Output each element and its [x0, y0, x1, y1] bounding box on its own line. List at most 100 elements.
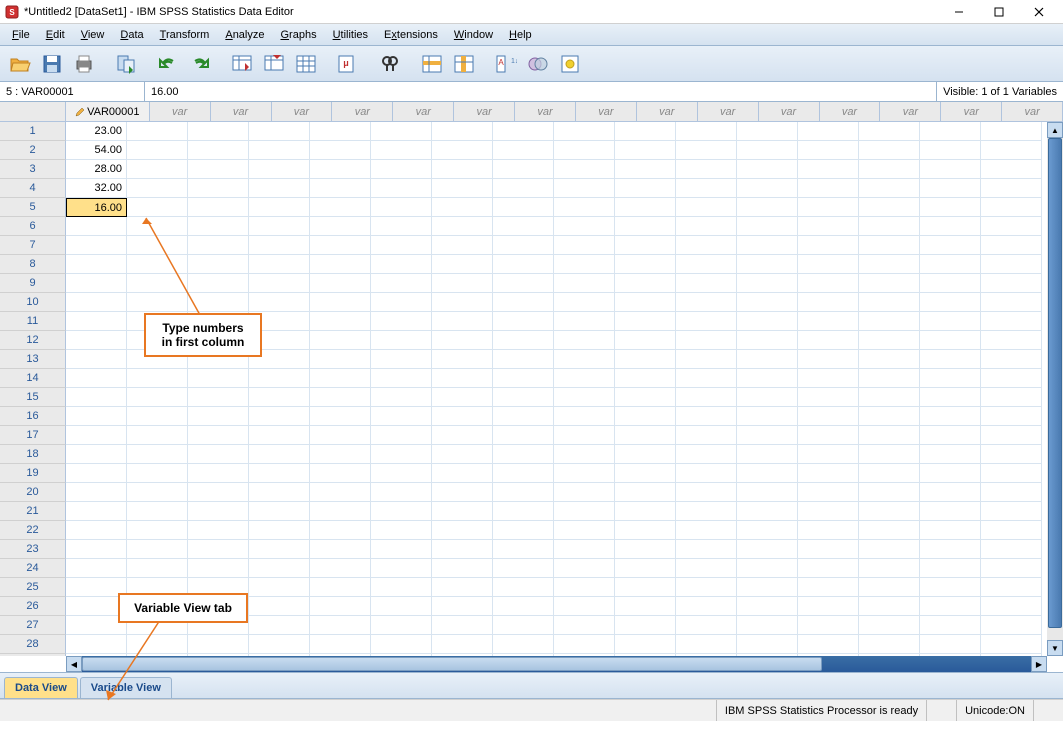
grid-cell[interactable] — [798, 635, 859, 654]
grid-cell[interactable] — [127, 388, 188, 407]
menu-data[interactable]: Data — [112, 27, 151, 43]
grid-cell[interactable] — [127, 160, 188, 179]
grid-cell[interactable] — [920, 236, 981, 255]
grid-cell[interactable] — [188, 407, 249, 426]
grid-cell[interactable] — [493, 160, 554, 179]
grid-cell[interactable] — [432, 141, 493, 160]
grid-cell[interactable] — [66, 312, 127, 331]
column-header-placeholder[interactable]: var — [637, 102, 698, 121]
grid-cell[interactable] — [432, 559, 493, 578]
grid-cell[interactable] — [188, 236, 249, 255]
grid-cell[interactable] — [676, 160, 737, 179]
grid-cell[interactable] — [371, 559, 432, 578]
grid-cell[interactable] — [981, 293, 1042, 312]
grid-cell[interactable] — [127, 502, 188, 521]
grid-cell[interactable] — [737, 350, 798, 369]
grid-cell[interactable] — [127, 274, 188, 293]
row-header[interactable]: 6 — [0, 217, 66, 236]
grid-cell[interactable] — [310, 255, 371, 274]
grid-cell[interactable] — [493, 331, 554, 350]
grid-cell[interactable] — [66, 407, 127, 426]
save-button[interactable] — [38, 50, 66, 78]
grid-cell[interactable] — [676, 293, 737, 312]
grid-cell[interactable] — [798, 217, 859, 236]
grid-cell[interactable] — [127, 464, 188, 483]
grid-cell[interactable] — [737, 236, 798, 255]
grid-cell[interactable] — [615, 597, 676, 616]
grid-cell[interactable] — [310, 236, 371, 255]
grid-cell[interactable] — [676, 407, 737, 426]
grid-cell[interactable] — [371, 483, 432, 502]
grid-cell[interactable] — [493, 122, 554, 141]
grid-cell[interactable] — [493, 559, 554, 578]
grid-cell[interactable] — [371, 616, 432, 635]
grid-cell[interactable] — [432, 369, 493, 388]
grid-cell[interactable] — [127, 559, 188, 578]
grid-cell[interactable] — [493, 350, 554, 369]
grid-cell[interactable] — [249, 407, 310, 426]
menu-extensions[interactable]: Extensions — [376, 27, 446, 43]
grid-cell[interactable] — [310, 179, 371, 198]
grid-cell[interactable] — [676, 616, 737, 635]
grid-cell[interactable] — [371, 521, 432, 540]
grid-cell[interactable] — [859, 540, 920, 559]
grid-cell[interactable] — [310, 331, 371, 350]
grid-cell[interactable] — [920, 521, 981, 540]
column-header-placeholder[interactable]: var — [698, 102, 759, 121]
grid-cell[interactable] — [371, 540, 432, 559]
grid-cell[interactable] — [615, 426, 676, 445]
cell-value-input[interactable]: 16.00 — [145, 82, 936, 101]
grid-cell[interactable] — [920, 616, 981, 635]
grid-cell[interactable] — [798, 445, 859, 464]
grid-cell[interactable] — [798, 559, 859, 578]
row-header[interactable]: 17 — [0, 426, 66, 445]
column-header-placeholder[interactable]: var — [211, 102, 272, 121]
grid-cell[interactable] — [188, 502, 249, 521]
grid-cell[interactable] — [310, 483, 371, 502]
grid-cell[interactable] — [676, 122, 737, 141]
grid-cell[interactable] — [249, 236, 310, 255]
grid-cell[interactable] — [371, 160, 432, 179]
grid-cell[interactable] — [371, 312, 432, 331]
grid-cell[interactable] — [188, 559, 249, 578]
grid-cell[interactable] — [432, 160, 493, 179]
grid-cell[interactable] — [920, 635, 981, 654]
variables-button[interactable] — [292, 50, 320, 78]
grid-cell[interactable] — [554, 597, 615, 616]
grid-cell[interactable] — [493, 464, 554, 483]
grid-cell[interactable] — [554, 445, 615, 464]
grid-cell[interactable] — [310, 597, 371, 616]
grid-cell[interactable] — [310, 217, 371, 236]
grid-cell[interactable] — [188, 426, 249, 445]
grid-cell[interactable] — [493, 141, 554, 160]
grid-cell[interactable] — [249, 255, 310, 274]
grid-cell[interactable] — [737, 198, 798, 217]
column-header-placeholder[interactable]: var — [880, 102, 941, 121]
grid-cell[interactable] — [676, 559, 737, 578]
grid-cell[interactable] — [737, 445, 798, 464]
grid-cell[interactable] — [737, 369, 798, 388]
grid-cell[interactable] — [188, 198, 249, 217]
grid-cell[interactable] — [493, 407, 554, 426]
grid-cell[interactable] — [981, 160, 1042, 179]
grid-cell[interactable] — [188, 160, 249, 179]
grid-cell[interactable] — [859, 274, 920, 293]
grid-cell[interactable] — [737, 331, 798, 350]
grid-cell[interactable] — [310, 445, 371, 464]
grid-cell[interactable] — [859, 426, 920, 445]
grid-cell[interactable] — [493, 597, 554, 616]
grid-cell[interactable] — [676, 274, 737, 293]
grid-cell[interactable] — [66, 445, 127, 464]
grid-cell[interactable] — [798, 293, 859, 312]
weight-cases-button[interactable] — [524, 50, 552, 78]
grid-cell[interactable] — [676, 483, 737, 502]
grid-cell[interactable] — [798, 274, 859, 293]
grid-cell[interactable] — [798, 141, 859, 160]
grid-cell[interactable] — [554, 483, 615, 502]
scroll-up-arrow[interactable]: ▲ — [1047, 122, 1063, 138]
grid-cell[interactable] — [371, 407, 432, 426]
grid-cell[interactable] — [188, 540, 249, 559]
grid-cell[interactable] — [66, 540, 127, 559]
grid-cell[interactable] — [676, 369, 737, 388]
grid-cell[interactable] — [615, 540, 676, 559]
